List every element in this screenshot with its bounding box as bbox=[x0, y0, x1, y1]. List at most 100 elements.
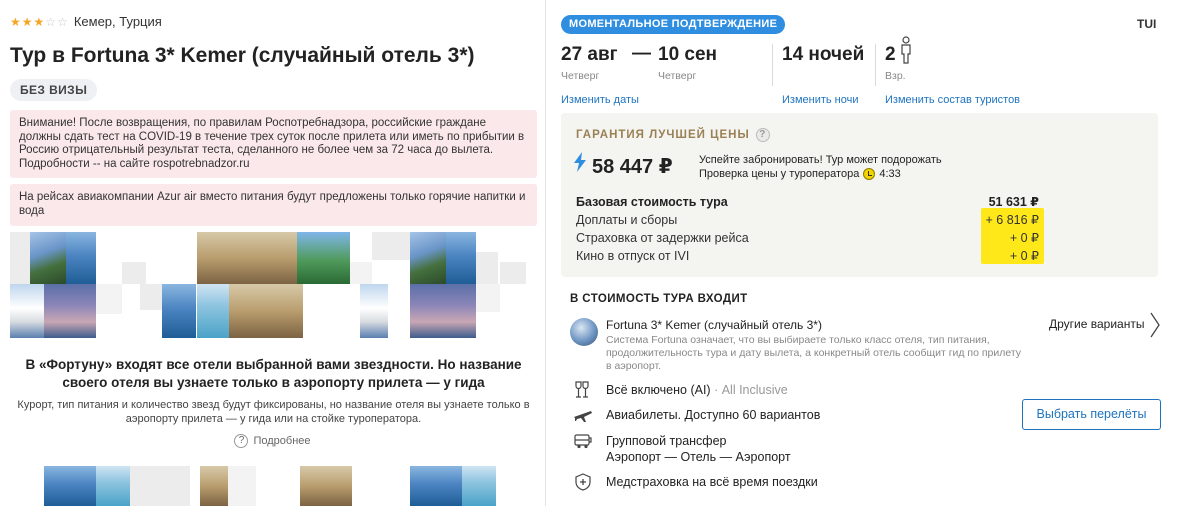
airplane-icon bbox=[574, 411, 592, 422]
price-row-label: Базовая стоимость тура bbox=[576, 195, 728, 209]
adult-person-icon bbox=[901, 36, 911, 64]
title-hotel: Fortuna 3* Kemer (случайный отель 3*) bbox=[70, 44, 475, 67]
separator bbox=[772, 44, 773, 86]
hotel-photo[interactable] bbox=[44, 284, 96, 338]
change-dates-link[interactable]: Изменить даты bbox=[561, 94, 639, 106]
shield-plus-icon bbox=[575, 473, 591, 491]
hotel-photo bbox=[500, 262, 526, 284]
price-row-value: + 0 ₽ bbox=[1009, 249, 1039, 263]
hotel-photo[interactable] bbox=[30, 232, 66, 284]
separator bbox=[875, 44, 876, 86]
more-info-link[interactable]: ? Подробнее bbox=[0, 434, 545, 448]
hotel-photo[interactable] bbox=[66, 232, 96, 284]
hotel-thumbnail bbox=[570, 318, 598, 346]
hotel-photo[interactable] bbox=[229, 284, 303, 338]
total-price: 58 447 ₽ bbox=[592, 156, 673, 178]
price-breakdown: Базовая стоимость тура 51 631 ₽ Доплаты … bbox=[576, 193, 1043, 265]
hotel-photo-collage[interactable] bbox=[10, 232, 537, 340]
hotel-photo bbox=[228, 466, 256, 506]
best-price-guarantee: ГАРАНТИЯ ЛУЧШЕЙ ЦЕНЫ ? bbox=[576, 128, 770, 142]
price-panel: ГАРАНТИЯ ЛУЧШЕЙ ЦЕНЫ ? 58 447 ₽ Успейте … bbox=[561, 113, 1158, 277]
hotel-photo bbox=[372, 232, 410, 260]
hotel-photo-collage-second[interactable] bbox=[10, 466, 537, 506]
change-nights-link[interactable]: Изменить ночи bbox=[782, 94, 859, 106]
hotel-photo[interactable] bbox=[197, 284, 229, 338]
transfer-type: Групповой трансфер bbox=[606, 434, 727, 448]
clock-icon bbox=[863, 168, 876, 181]
question-icon: ? bbox=[234, 434, 249, 448]
hotel-photo[interactable] bbox=[162, 284, 196, 338]
price-warning: Успейте забронировать! Тур может подорож… bbox=[699, 154, 942, 181]
hotel-photo bbox=[130, 466, 190, 506]
star-empty-icon: ☆ bbox=[45, 14, 57, 29]
airline-notice: На рейсах авиакомпании Azur air вместо п… bbox=[10, 184, 537, 226]
price-row-label: Страховка от задержки рейса bbox=[576, 231, 749, 245]
hotel-stars: ★ ★ ★ ☆ ☆ bbox=[10, 16, 68, 28]
price-row-fees: Доплаты и сборы + 6 816 ₽ bbox=[576, 211, 1043, 229]
meal-plan-text: Всё включено (AI) bbox=[606, 383, 711, 397]
included-hotel-name: Fortuna 3* Kemer (случайный отель 3*) bbox=[606, 318, 822, 332]
more-info-label: Подробнее bbox=[253, 435, 311, 447]
hotel-photo[interactable] bbox=[44, 466, 96, 506]
visa-badge: БЕЗ ВИЗЫ bbox=[10, 79, 98, 101]
hotel-photo[interactable] bbox=[360, 284, 388, 338]
question-icon[interactable]: ? bbox=[755, 128, 770, 142]
hotel-photo[interactable] bbox=[96, 466, 130, 506]
hotel-photo bbox=[476, 284, 500, 312]
date-dash: — bbox=[632, 43, 651, 64]
hotel-photo bbox=[140, 284, 162, 310]
hotel-photo[interactable] bbox=[197, 232, 257, 284]
date-from: 27 авг bbox=[561, 44, 618, 65]
hotel-photo[interactable] bbox=[446, 232, 476, 284]
price-row-ivi: Кино в отпуск от IVI + 0 ₽ bbox=[576, 247, 1043, 265]
price-row-label: Кино в отпуск от IVI bbox=[576, 249, 690, 263]
change-tourists-link[interactable]: Изменить состав туристов bbox=[885, 94, 1020, 106]
star-filled-icon: ★ bbox=[33, 14, 45, 29]
price-row-value: + 0 ₽ bbox=[1009, 231, 1039, 245]
hotel-photo[interactable] bbox=[410, 232, 446, 284]
hotel-photo bbox=[350, 262, 372, 284]
hotel-photo[interactable] bbox=[297, 232, 350, 284]
tourists-label: Взр. bbox=[885, 70, 906, 82]
meal-plan-extra: · All Inclusive bbox=[710, 383, 788, 397]
hurry-text: Успейте забронировать! Тур может подорож… bbox=[699, 154, 942, 166]
hotel-photo[interactable] bbox=[410, 284, 476, 338]
price-check-text: Проверка цены у туроператора bbox=[699, 167, 860, 180]
choose-flights-button[interactable]: Выбрать перелёты bbox=[1022, 399, 1161, 430]
instant-confirm-badge: МОМЕНТАЛЬНОЕ ПОДТВЕРЖДЕНИЕ bbox=[561, 15, 786, 34]
price-row-base: Базовая стоимость тура 51 631 ₽ bbox=[576, 193, 1043, 211]
other-variants-link[interactable]: Другие варианты bbox=[1049, 317, 1144, 331]
hotel-photo bbox=[10, 232, 30, 284]
tourists-count: 2 bbox=[885, 44, 896, 65]
transfer-route: Аэропорт — Отель — Аэропорт bbox=[606, 450, 791, 464]
date-to: 10 сен bbox=[658, 44, 718, 65]
bus-icon bbox=[574, 434, 592, 449]
included-hotel-description: Система Fortuna означает, что вы выбирае… bbox=[606, 334, 1022, 372]
location-row: ★ ★ ★ ☆ ☆ Кемер, Турция bbox=[10, 14, 162, 29]
hotel-photo bbox=[122, 262, 146, 284]
hotel-photo bbox=[476, 252, 498, 284]
fortuna-promo-title: В «Фортуну» входят все отели выбранной в… bbox=[25, 357, 522, 390]
covid-notice: Внимание! После возвращения, по правилам… bbox=[10, 110, 537, 178]
weekday-from: Четверг bbox=[561, 70, 600, 82]
star-empty-icon: ☆ bbox=[57, 14, 68, 29]
page-title: Тур в Fortuna 3* Kemer (случайный отель … bbox=[10, 44, 474, 68]
meal-plan: Всё включено (AI) · All Inclusive bbox=[606, 383, 788, 397]
hotel-photo[interactable] bbox=[200, 466, 228, 506]
guarantee-label: ГАРАНТИЯ ЛУЧШЕЙ ЦЕНЫ bbox=[576, 129, 750, 141]
chevron-right-icon[interactable] bbox=[1149, 312, 1161, 338]
hotel-photo[interactable] bbox=[257, 232, 297, 284]
price-row-value: 51 631 ₽ bbox=[988, 195, 1039, 209]
lightning-icon bbox=[574, 152, 586, 172]
medical-insurance: Медстраховка на всё время поездки bbox=[606, 475, 818, 489]
hotel-photo[interactable] bbox=[410, 466, 462, 506]
price-check-timer: 4:33 bbox=[879, 167, 901, 180]
tour-operator: TUI bbox=[1137, 17, 1157, 31]
hotel-info-column: ★ ★ ★ ☆ ☆ Кемер, Турция Тур в Fortuna 3* Kem… bbox=[0, 0, 545, 506]
price-row-delay-insurance: Страховка от задержки рейса + 0 ₽ bbox=[576, 229, 1043, 247]
glasses-icon bbox=[575, 381, 589, 398]
hotel-photo[interactable] bbox=[10, 284, 44, 338]
hotel-photo[interactable] bbox=[462, 466, 496, 506]
weekday-to: Четверг bbox=[658, 70, 697, 82]
hotel-photo[interactable] bbox=[300, 466, 352, 506]
